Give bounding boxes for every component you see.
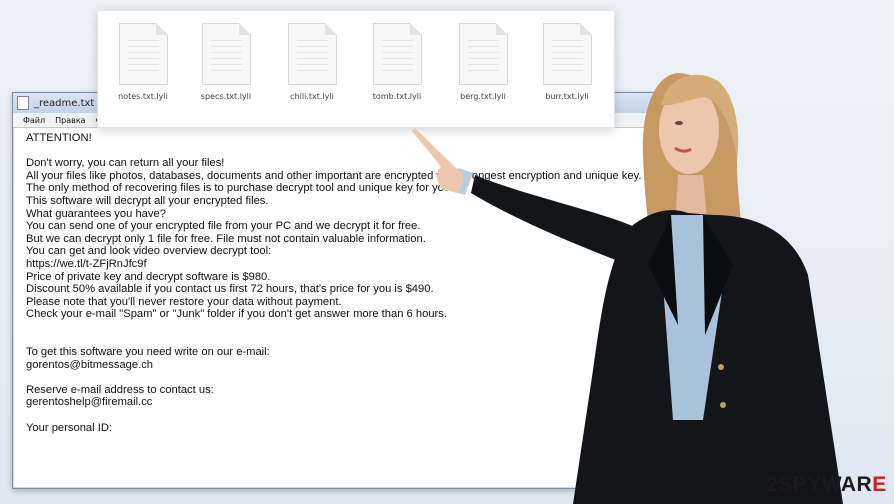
watermark-accent: E — [872, 473, 887, 496]
watermark-text: 2SPYWAR — [766, 473, 873, 496]
file-name: notes.txt.lyli — [118, 92, 168, 101]
encrypted-file-item[interactable]: chili.txt.lyli — [277, 23, 347, 101]
file-icon — [118, 23, 168, 85]
site-watermark: 2SPYWARE — [766, 473, 887, 497]
file-icon — [201, 23, 251, 85]
menu-edit[interactable]: Правка — [55, 116, 85, 125]
encrypted-file-item[interactable]: notes.txt.lyli — [108, 23, 178, 101]
menu-file[interactable]: Файл — [23, 116, 45, 125]
file-icon — [287, 23, 337, 85]
encrypted-file-item[interactable]: specs.txt.lyli — [191, 23, 261, 101]
file-name: chili.txt.lyli — [290, 92, 334, 101]
file-name: specs.txt.lyli — [200, 92, 252, 101]
pointing-woman-illustration — [412, 73, 843, 504]
document-icon — [17, 96, 29, 110]
